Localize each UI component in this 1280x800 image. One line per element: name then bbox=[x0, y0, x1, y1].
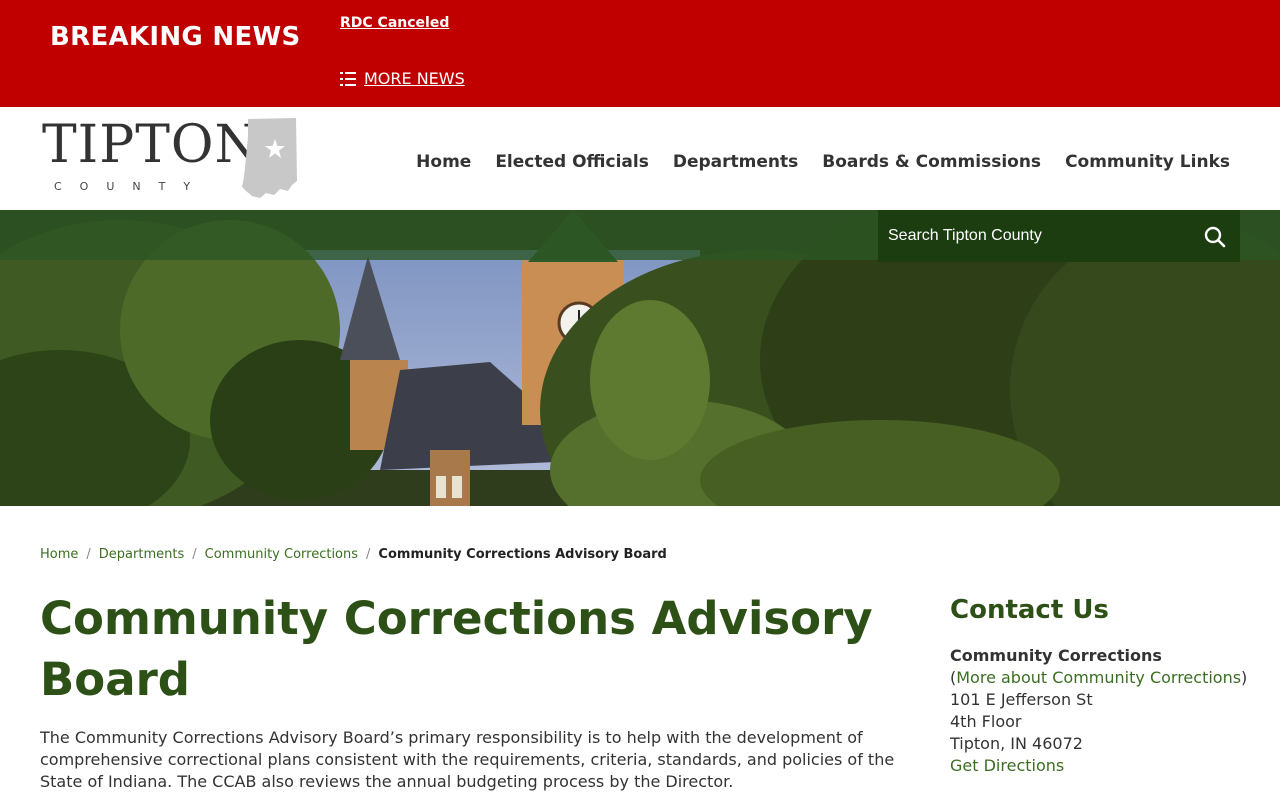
search-icon[interactable] bbox=[1204, 226, 1226, 248]
more-about-link[interactable]: More about Community Corrections bbox=[956, 668, 1241, 687]
breaking-news-bar: BREAKING NEWS RDC Canceled MORE NEWS bbox=[0, 0, 1280, 107]
logo-wordmark: TIPTON bbox=[42, 115, 262, 175]
main-nav: Home Elected Officials Departments Board… bbox=[416, 152, 1230, 172]
search-input[interactable] bbox=[878, 210, 1198, 262]
contact-address-city: Tipton, IN 46072 bbox=[950, 734, 1083, 753]
breadcrumb-current: Community Corrections Advisory Board bbox=[378, 547, 667, 562]
breadcrumb-separator: / bbox=[366, 547, 371, 562]
search-box bbox=[878, 210, 1240, 262]
nav-elected-officials[interactable]: Elected Officials bbox=[495, 152, 649, 172]
nav-boards-commissions[interactable]: Boards & Commissions bbox=[822, 152, 1041, 172]
contact-more-line: (More about Community Corrections) bbox=[950, 668, 1248, 687]
breaking-news-label: BREAKING NEWS bbox=[50, 22, 301, 52]
contact-department-name: Community Corrections bbox=[950, 646, 1162, 665]
contact-heading: Contact Us bbox=[950, 595, 1109, 625]
nav-home[interactable]: Home bbox=[416, 152, 471, 172]
breadcrumb: Home / Departments / Community Correctio… bbox=[40, 547, 667, 562]
page-description: The Community Corrections Advisory Board… bbox=[40, 728, 895, 791]
contact-panel: Contact Us Community Corrections (More a… bbox=[950, 595, 1260, 777]
breadcrumb-separator: / bbox=[86, 547, 91, 562]
site-logo[interactable]: TIPTON COUNTY bbox=[42, 117, 302, 207]
logo-subtitle: COUNTY bbox=[54, 180, 209, 193]
breaking-news-headline-link[interactable]: RDC Canceled bbox=[340, 15, 449, 31]
contact-address-floor: 4th Floor bbox=[950, 712, 1022, 731]
breadcrumb-separator: / bbox=[192, 547, 197, 562]
breadcrumb-community-corrections[interactable]: Community Corrections bbox=[205, 547, 358, 562]
more-news-label: MORE NEWS bbox=[364, 69, 465, 88]
nav-community-links[interactable]: Community Links bbox=[1065, 152, 1230, 172]
get-directions-link[interactable]: Get Directions bbox=[950, 755, 1260, 777]
breadcrumb-departments[interactable]: Departments bbox=[99, 547, 184, 562]
contact-address-street: 101 E Jefferson St bbox=[950, 690, 1093, 709]
site-header: TIPTON COUNTY Home Elected Officials Dep… bbox=[0, 107, 1280, 210]
nav-departments[interactable]: Departments bbox=[673, 152, 798, 172]
page-title: Community Corrections Advisory Board bbox=[40, 592, 873, 706]
list-icon bbox=[340, 71, 356, 86]
more-news-link[interactable]: MORE NEWS bbox=[340, 69, 465, 88]
breadcrumb-home[interactable]: Home bbox=[40, 547, 78, 562]
indiana-state-icon bbox=[242, 118, 297, 198]
